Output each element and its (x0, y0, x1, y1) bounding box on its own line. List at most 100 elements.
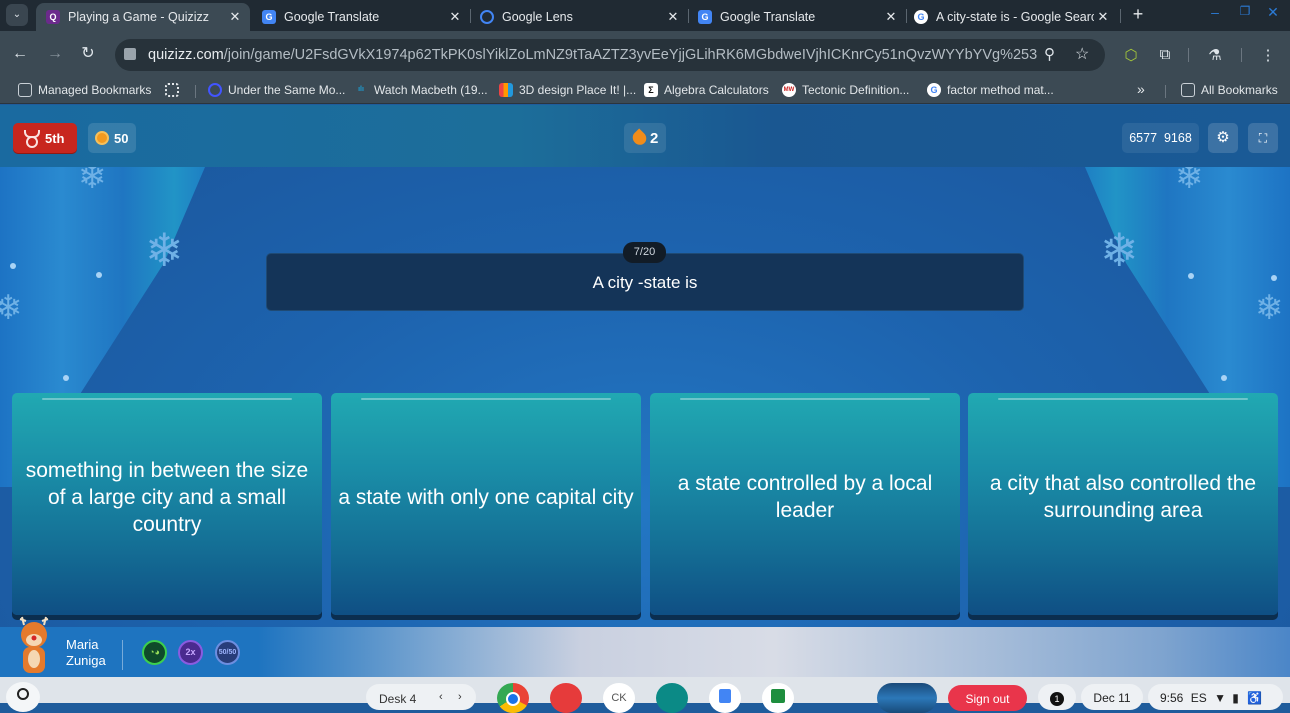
tab-title: Google Lens (502, 10, 573, 24)
launcher-circle-icon (17, 688, 29, 700)
bookmarks-bar: Managed Bookmarks Under the Same Mo... ı… (0, 77, 1290, 104)
bookmark-managed[interactable]: Managed Bookmarks (18, 83, 151, 97)
player-name: Maria Zuniga (66, 637, 106, 669)
quizlet-icon (208, 83, 222, 97)
bookmark-factor[interactable]: G factor method mat... (927, 83, 1054, 97)
tab-strip: ⌄ Q Playing a Game - Quizizz ✕ G Google … (0, 0, 1290, 31)
option-text: a state controlled by a local leader (677, 472, 933, 522)
bookmark-star-icon[interactable]: ☆ (1075, 44, 1089, 64)
google-docs-icon[interactable] (709, 683, 741, 713)
answer-option-2[interactable]: a state with only one capital city (331, 393, 641, 615)
managed-folder-icon (18, 83, 32, 97)
tab-google-lens[interactable]: Google Lens ✕ (470, 3, 688, 31)
merriam-webster-icon: MW (782, 83, 796, 97)
answer-option-4[interactable]: a city that also controlled the surround… (968, 393, 1278, 615)
address-bar[interactable]: quizizz.com/join/game/U2FsdGVkX1974p62Tk… (115, 39, 1105, 71)
art-app-icon[interactable] (550, 683, 582, 713)
notification-tray[interactable]: 1 (1038, 684, 1076, 710)
toolbar-separator (1188, 48, 1189, 62)
site-info-icon[interactable] (124, 48, 136, 60)
game-code: 6577 9168 (1122, 123, 1199, 153)
gear-icon: ⚙ (1216, 129, 1230, 146)
option-text: a state with only one capital city (338, 485, 634, 509)
chevron-left-icon[interactable]: ‹ (439, 691, 443, 703)
powerup-2x[interactable]: 2x (178, 640, 203, 665)
option-text: a city that also controlled the surround… (989, 472, 1257, 522)
sigma-icon: Σ (644, 83, 658, 97)
snow-dot (63, 375, 69, 381)
answer-option-1[interactable]: something in between the size of a large… (12, 393, 322, 615)
ck12-extension-icon[interactable]: ⬡ (1121, 46, 1141, 64)
close-tab-icon[interactable]: ✕ (882, 5, 900, 29)
slides-app-icon[interactable] (656, 683, 688, 713)
url-text[interactable]: quizizz.com/join/game/U2FsdGVkX1974p62Tk… (148, 47, 1038, 63)
bookmarks-overflow-button[interactable]: » (1137, 81, 1145, 97)
snowflake-icon: ❄ (145, 224, 184, 276)
restore-icon[interactable]: ❐ (1236, 4, 1254, 18)
bookmark-label: Under the Same Mo... (228, 83, 346, 97)
fullscreen-button[interactable]: ⛶ (1248, 123, 1278, 153)
date-tray[interactable]: Dec 11 (1081, 684, 1143, 710)
sign-out-button[interactable]: Sign out (948, 685, 1027, 711)
tab-title: Google Translate (720, 10, 816, 24)
tab-separator (1120, 9, 1121, 23)
desk-switcher[interactable]: Desk 4 ‹ › (366, 684, 476, 710)
close-window-icon[interactable]: ✕ (1264, 4, 1282, 21)
close-tab-icon[interactable]: ✕ (664, 5, 682, 29)
close-tab-icon[interactable]: ✕ (1094, 5, 1112, 29)
chrome-app-icon[interactable] (497, 683, 529, 713)
tab-quizizz[interactable]: Q Playing a Game - Quizizz ✕ (36, 3, 250, 31)
streak-badge: 2 (624, 123, 666, 153)
bookmark-tectonic[interactable]: MW Tectonic Definition... (782, 83, 909, 97)
back-arrow-icon[interactable]: ← (10, 45, 30, 63)
screen-preview[interactable] (877, 683, 937, 713)
folder-icon (1181, 83, 1195, 97)
google-classroom-icon[interactable] (762, 683, 794, 713)
apps-grid-icon[interactable] (165, 83, 185, 97)
settings-button[interactable]: ⚙ (1208, 123, 1238, 153)
bookmark-separator (1165, 85, 1166, 98)
reload-icon[interactable]: ↻ (78, 45, 98, 63)
chevron-right-icon[interactable]: › (458, 691, 462, 703)
zoom-icon[interactable]: ⚲ (1044, 45, 1055, 63)
medal-icon (23, 130, 40, 148)
all-bookmarks-button[interactable]: All Bookmarks (1181, 83, 1278, 97)
bookmark-label: factor method mat... (947, 83, 1054, 97)
powerup-50-50[interactable]: 50/50 (215, 640, 240, 665)
extensions-icon[interactable]: ⧉ (1155, 46, 1175, 63)
new-tab-button[interactable]: + (1128, 4, 1148, 25)
quiz-game-area: ❄ ❄ ❄ ❄ ❄ ❄ 5th 50 2 6577 9168 ⚙ ⛶ 7/20 … (0, 105, 1290, 677)
labs-flask-icon[interactable]: ⚗ (1205, 46, 1225, 64)
status-tray[interactable]: 9:56 ES ▼ ▮ ♿ (1148, 684, 1283, 710)
ck12-app-icon[interactable]: CK (603, 683, 635, 713)
bookmark-tinkercad[interactable]: 3D design Place It! |... (499, 83, 636, 97)
more-menu-icon[interactable]: ⋮ (1258, 46, 1278, 64)
launcher-button[interactable] (6, 682, 40, 712)
tab-title: Google Translate (284, 10, 380, 24)
google-lens-icon (480, 10, 494, 24)
snowflake-icon: ❄ (1255, 289, 1284, 327)
tab-google-translate-1[interactable]: G Google Translate ✕ (252, 3, 470, 31)
powerup-label: 2x (185, 647, 196, 657)
notification-count: 1 (1050, 692, 1064, 706)
close-tab-icon[interactable]: ✕ (446, 5, 464, 29)
url-path: /join/game/U2FsdGVkX1974p62TkPK0slYiklZo… (223, 47, 1038, 63)
tab-google-search[interactable]: G A city-state is - Google Search ✕ (904, 3, 1118, 31)
browser-toolbar: ← → ↻ quizizz.com/join/game/U2FsdGVkX197… (0, 31, 1290, 77)
cisco-icon: ılı (358, 86, 364, 93)
bookmark-macbeth[interactable]: ılı Watch Macbeth (19... (354, 83, 488, 97)
powerup-mask[interactable]: ◔◕ (142, 640, 167, 665)
streak-value: 2 (650, 129, 659, 147)
bookmark-algebra[interactable]: Σ Algebra Calculators (644, 83, 769, 97)
rank-badge: 5th (13, 123, 77, 153)
answer-option-3[interactable]: a state controlled by a local leader (650, 393, 960, 615)
close-tab-icon[interactable]: ✕ (226, 5, 244, 29)
reindeer-avatar (19, 616, 49, 673)
tab-title: A city-state is - Google Search (936, 10, 1094, 24)
bookmark-quizlet[interactable]: Under the Same Mo... (208, 83, 345, 97)
bookmark-label: Watch Macbeth (19... (374, 83, 488, 97)
tab-search-button[interactable]: ⌄ (6, 4, 28, 26)
tab-google-translate-2[interactable]: G Google Translate ✕ (688, 3, 906, 31)
minimize-icon[interactable]: – (1206, 4, 1224, 20)
forward-arrow-icon[interactable]: → (45, 45, 65, 63)
